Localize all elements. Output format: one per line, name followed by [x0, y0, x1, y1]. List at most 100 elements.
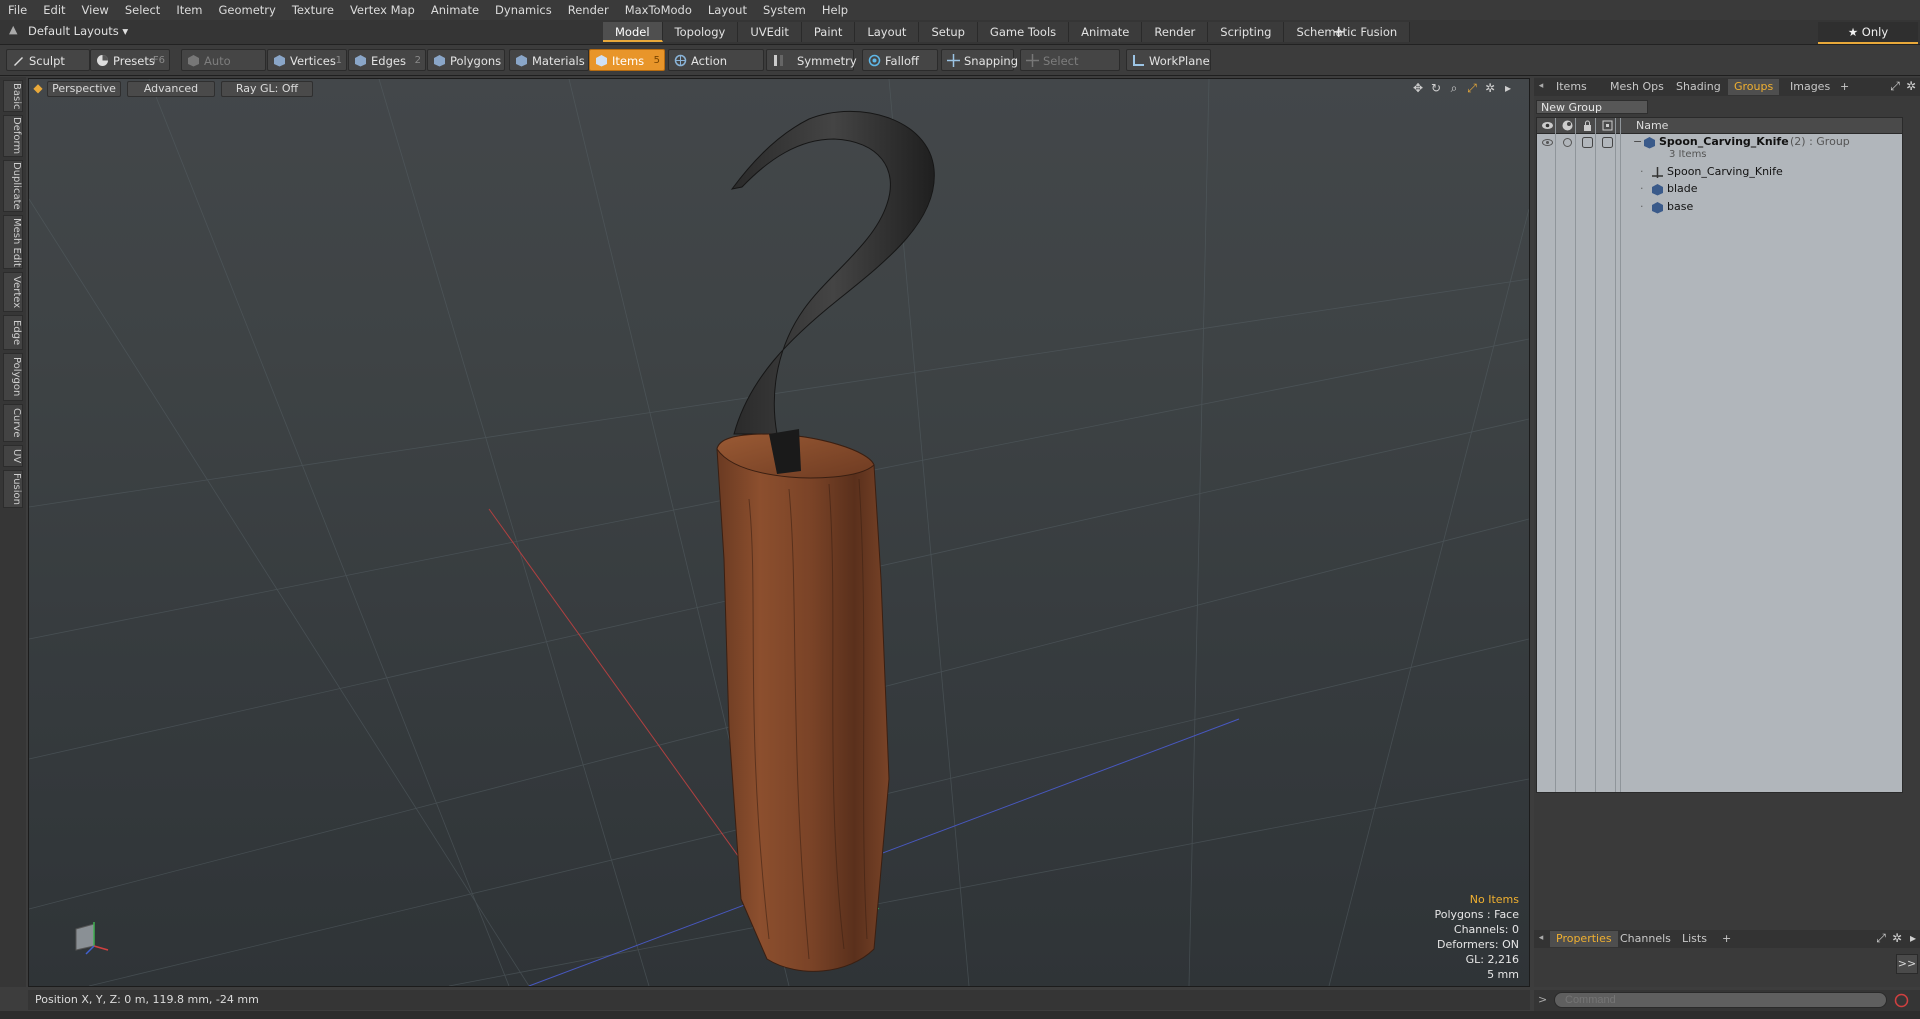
tab-groups[interactable]: Groups: [1728, 79, 1780, 95]
tab-mesh-ops[interactable]: Mesh Ops: [1604, 79, 1670, 95]
group-row[interactable]: − Spoon_Carving_Knife (2) : Group 3 Item…: [1537, 134, 1902, 162]
menu-animate[interactable]: Animate: [423, 0, 487, 20]
tab-properties[interactable]: Properties: [1550, 931, 1618, 947]
tab-vertex[interactable]: Vertex: [3, 272, 23, 312]
tab-topology[interactable]: Topology: [662, 22, 739, 42]
tab-basic[interactable]: Basic: [3, 80, 23, 112]
command-input[interactable]: [1554, 992, 1887, 1008]
properties-maximize-icon[interactable]: ⤢: [1874, 931, 1888, 945]
command-arrow-icon[interactable]: >: [1538, 993, 1547, 1006]
menu-vertex-map[interactable]: Vertex Map: [342, 0, 423, 20]
properties-settings-icon[interactable]: ✲: [1890, 931, 1904, 945]
viewport-menu-icon[interactable]: ◆: [31, 81, 45, 95]
tab-uv[interactable]: UV: [3, 445, 23, 467]
falloff-button[interactable]: Falloff: [862, 49, 938, 71]
menu-layout[interactable]: Layout: [700, 0, 755, 20]
workplane-button[interactable]: WorkPlane: [1126, 49, 1211, 71]
tab-polygon[interactable]: Polygon: [3, 353, 23, 401]
add-panel-tab[interactable]: +: [1834, 79, 1855, 95]
rotate-icon[interactable]: ↻: [1429, 81, 1443, 95]
tab-schematic-fusion[interactable]: Schematic Fusion: [1284, 22, 1411, 42]
menu-select[interactable]: Select: [117, 0, 168, 20]
snapping-button[interactable]: Snapping: [941, 49, 1018, 71]
layout-dropdown[interactable]: Default Layouts ▾: [28, 24, 128, 38]
tree-row-locator[interactable]: · Spoon_Carving_Knife: [1537, 164, 1902, 180]
polygons-button[interactable]: Polygons: [427, 49, 505, 71]
new-group-button[interactable]: New Group: [1536, 100, 1648, 114]
panel-menu-icon[interactable]: ◂: [1534, 79, 1548, 93]
tab-curve[interactable]: Curve: [3, 404, 23, 442]
menu-help[interactable]: Help: [814, 0, 856, 20]
tab-scripting[interactable]: Scripting: [1208, 22, 1285, 42]
select-through-button[interactable]: Select Through: [1020, 49, 1120, 90]
add-tab-button[interactable]: +: [1332, 22, 1345, 42]
tab-deform[interactable]: Deform: [3, 115, 23, 157]
tab-paint[interactable]: Paint: [801, 22, 856, 42]
lock-column-icon[interactable]: [1581, 119, 1594, 132]
expand-arrow-icon[interactable]: ▸: [1501, 81, 1515, 95]
menu-texture[interactable]: Texture: [284, 0, 342, 20]
vertices-button[interactable]: Vertices 1: [267, 49, 347, 71]
tab-model[interactable]: Model: [603, 22, 663, 42]
tab-images[interactable]: Images: [1784, 79, 1836, 95]
maximize-icon[interactable]: ⤢: [1888, 79, 1902, 93]
tab-shading[interactable]: Shading: [1670, 79, 1727, 95]
render-column-icon[interactable]: [1561, 119, 1574, 132]
render-toggle-icon[interactable]: [1561, 136, 1574, 149]
tab-fusion[interactable]: Fusion: [3, 470, 23, 508]
tab-channels[interactable]: Channels: [1614, 931, 1677, 947]
tree-row-blade[interactable]: · blade: [1537, 181, 1902, 197]
tab-duplicate[interactable]: Duplicate: [3, 160, 23, 212]
only-button[interactable]: ★ Only: [1818, 22, 1918, 44]
fit-icon[interactable]: ⤢: [1465, 81, 1479, 95]
items-button[interactable]: Items 5: [589, 49, 665, 71]
menu-edit[interactable]: Edit: [35, 0, 73, 20]
materials-button[interactable]: Materials: [509, 49, 589, 71]
tab-setup[interactable]: Setup: [919, 22, 978, 42]
presets-button[interactable]: Presets F6: [90, 49, 170, 71]
tab-animate[interactable]: Animate: [1069, 22, 1143, 42]
menu-render[interactable]: Render: [560, 0, 617, 20]
panel-settings-icon[interactable]: ✲: [1904, 79, 1918, 93]
gear-icon[interactable]: ✲: [1483, 81, 1497, 95]
tab-game-tools[interactable]: Game Tools: [977, 22, 1070, 42]
pan-icon[interactable]: ✥: [1411, 81, 1425, 95]
menu-geometry[interactable]: Geometry: [211, 0, 284, 20]
tab-edge[interactable]: Edge: [3, 315, 23, 350]
menu-item[interactable]: Item: [168, 0, 210, 20]
auto-select-button[interactable]: Auto Select: [181, 49, 266, 90]
properties-arrow-icon[interactable]: ▸: [1906, 931, 1920, 945]
menu-dynamics[interactable]: Dynamics: [487, 0, 560, 20]
menu-maxtomodo[interactable]: MaxToModo: [617, 0, 700, 20]
tree-row-base[interactable]: · base: [1537, 199, 1902, 215]
lock-toggle-icon[interactable]: [1581, 136, 1594, 149]
eye-icon[interactable]: [1541, 136, 1554, 149]
sculpt-button[interactable]: Sculpt: [6, 49, 90, 71]
visibility-column-icon[interactable]: [1541, 119, 1554, 132]
symmetry-button[interactable]: Symmetry: [766, 49, 857, 71]
menu-system[interactable]: System: [755, 0, 814, 20]
expand-toggle-icon[interactable]: −: [1633, 134, 1642, 150]
tab-items[interactable]: Items: [1550, 79, 1593, 95]
action-center-button[interactable]: Action Center: [668, 49, 764, 90]
edges-button[interactable]: Edges 2: [348, 49, 426, 71]
tab-lists[interactable]: Lists: [1676, 931, 1713, 947]
properties-menu-icon[interactable]: ◂: [1534, 931, 1548, 945]
add-properties-tab[interactable]: +: [1716, 931, 1737, 947]
3d-viewport[interactable]: ◆ Perspective Advanced Ray GL: Off ✥ ↻ ⌕…: [28, 78, 1530, 987]
view-type-dropdown[interactable]: Perspective: [47, 81, 121, 97]
tab-mesh-edit[interactable]: Mesh Edit: [3, 215, 23, 269]
tab-layout[interactable]: Layout: [855, 22, 920, 42]
expand-button[interactable]: >>: [1896, 954, 1918, 974]
raygl-dropdown[interactable]: Ray GL: Off: [221, 81, 313, 97]
menu-view[interactable]: View: [74, 0, 117, 20]
select-column-icon[interactable]: [1601, 119, 1614, 132]
tab-render[interactable]: Render: [1142, 22, 1209, 42]
shading-dropdown[interactable]: Advanced: [127, 81, 215, 97]
menu-file[interactable]: File: [0, 0, 35, 20]
collapse-arrow-icon[interactable]: ▲: [9, 23, 17, 36]
zoom-icon[interactable]: ⌕: [1447, 81, 1461, 95]
tab-uvedit[interactable]: UVEdit: [738, 22, 802, 42]
select-toggle-icon[interactable]: [1601, 136, 1614, 149]
record-icon[interactable]: [1894, 993, 1909, 1008]
